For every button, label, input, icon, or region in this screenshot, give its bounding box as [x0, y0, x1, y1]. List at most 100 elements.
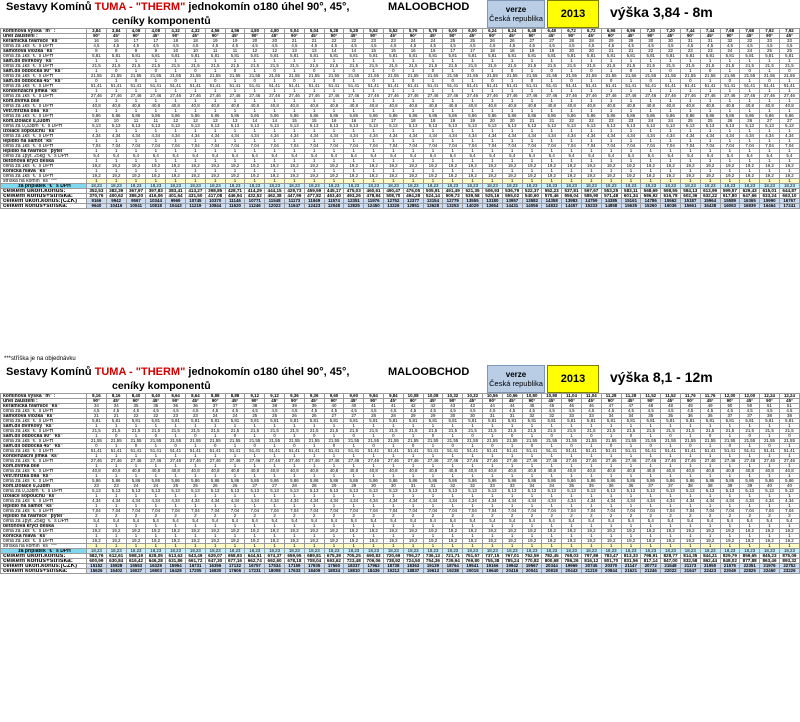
table-cell: 553,25: [600, 188, 622, 194]
version-label: verze: [505, 5, 527, 14]
row-label: celkem ukon.konus:(CZK): [0, 198, 87, 204]
table-cell: 721,71: [442, 553, 464, 559]
table-cell: 16027: [125, 568, 147, 574]
table-cell: 18810: [343, 568, 365, 574]
table-cell: 692,60: [264, 558, 285, 564]
table-cell: 646,28: [145, 558, 167, 564]
table-cell: 801,70: [600, 558, 622, 564]
table-cell: 525,16: [481, 193, 503, 199]
sales-mode: MALOOBCHOD: [388, 366, 470, 378]
table-cell: 413,27: [184, 188, 206, 194]
table-cell: 862,44: [699, 558, 721, 564]
table-cell: 16063: [719, 203, 741, 209]
table-cell: 16438: [699, 203, 721, 209]
table-cell: 400,62: [105, 193, 127, 199]
table-cell: 429,73: [283, 188, 305, 194]
table-cell: 739,94: [442, 558, 464, 564]
table-cell: 859,65: [739, 553, 761, 559]
table-cell: 738,92: [382, 558, 404, 564]
table-cell: 478,84: [363, 193, 384, 199]
table-cell: 769,80: [462, 558, 483, 564]
version-country: Česká republika: [489, 379, 543, 388]
table-cell: 736,13: [422, 553, 444, 559]
table-cell: 14832: [541, 203, 563, 209]
table-cell: 11647: [283, 203, 305, 209]
table-cell: 17205: [184, 568, 206, 574]
table-cell: 462,38: [264, 193, 285, 199]
table-cell: 612,61: [105, 553, 127, 559]
version-box: verze Česká republika: [487, 0, 545, 28]
table-cell: 630,84: [105, 558, 127, 564]
table-cell: 828,77: [660, 553, 681, 559]
table-cell: 21647: [679, 568, 701, 574]
table-cell: 584,13: [679, 188, 701, 194]
table-cell: 797,89: [580, 553, 602, 559]
footnote: ***stříška je na objednávku: [4, 356, 76, 362]
table-cell: 11246: [244, 203, 266, 209]
table-cell: 613,63: [165, 553, 186, 559]
table-cell: 494,28: [402, 193, 424, 199]
table-cell: 754,36: [422, 558, 444, 564]
table-cell: 602,36: [679, 193, 701, 199]
table-row: celkem konus+stříška: 15626 16402 16027 1680…: [0, 568, 800, 574]
table-cell: 552,23: [541, 188, 563, 194]
table-cell: 785,24: [501, 558, 523, 564]
sheet-title: Sestavy Komínů TUMA - "THERM" jednokomín…: [6, 366, 349, 378]
table-cell: 536,79: [501, 188, 523, 194]
table-cell: 20015: [462, 568, 483, 574]
table-cell: 13654: [481, 203, 503, 209]
table-cell: 845,23: [759, 553, 780, 559]
year-badge: 2013: [547, 365, 599, 393]
table-cell: 475,03: [343, 188, 365, 194]
table-cell: 647,30: [204, 558, 226, 564]
table-cell: 22450: [759, 568, 780, 574]
table-cell: 617,80: [719, 193, 741, 199]
table-cell: 432,52: [244, 193, 266, 199]
table-cell: 15626: [86, 568, 107, 574]
table-cell: 661,72: [184, 558, 206, 564]
table-cell: 18436: [363, 568, 384, 574]
table-cell: 568,69: [640, 188, 662, 194]
table-row: celkem konus+stříška: 9640 10416 10041 10818…: [0, 203, 800, 209]
sheet-header: Sestavy Komínů TUMA - "THERM" jednokomín…: [0, 365, 800, 393]
table-cell: 493,26: [343, 193, 365, 199]
row-label: celkem ukon.konus:(CZK): [0, 563, 87, 569]
table-cell: 659,95: [283, 553, 305, 559]
row-label: celkem konus+stříška:: [0, 568, 87, 574]
table-cell: 445,17: [323, 188, 345, 194]
table-cell: 848,02: [719, 558, 741, 564]
table-cell: 767,01: [501, 553, 523, 559]
table-cell: 17633: [283, 568, 305, 574]
version-country: Česká republika: [489, 14, 543, 23]
table-cell: 555,02: [501, 193, 523, 199]
table-cell: 601,34: [620, 193, 642, 199]
table-cell: 613,99: [699, 188, 721, 194]
table-cell: 10416: [105, 203, 127, 209]
year-badge: 2013: [547, 0, 599, 28]
table-cell: 16464: [759, 203, 780, 209]
table-cell: 598,19: [125, 553, 147, 559]
table-cell: 21621: [620, 568, 642, 574]
table-cell: 431,50: [184, 193, 206, 199]
table-cell: 428,71: [224, 188, 246, 194]
table-cell: 13253: [442, 203, 464, 209]
title-suffix: jednokomín ο180 úhel 90°, 45°,: [185, 366, 350, 378]
table-cell: 12022: [264, 203, 285, 209]
table-cell: 14457: [561, 203, 582, 209]
table-cell: 370,76: [86, 193, 107, 199]
table-cell: 17231: [244, 568, 266, 574]
table-cell: 615,01: [759, 188, 780, 194]
table-cell: 708,04: [303, 558, 325, 564]
table-cell: 770,82: [521, 558, 543, 564]
table-cell: 463,40: [323, 193, 345, 199]
table-cell: 632,22: [699, 193, 721, 199]
table-cell: 21246: [640, 568, 662, 574]
table-cell: 505,91: [422, 188, 444, 194]
brand-name: TUMA - "THERM": [94, 366, 186, 378]
table-cell: 629,43: [739, 188, 761, 194]
table-cell: 600,99: [86, 558, 107, 564]
table-cell: 22049: [719, 568, 741, 574]
table-cell: 14056: [521, 203, 543, 209]
table-cell: 674,37: [264, 553, 285, 559]
table-cell: 752,59: [521, 553, 543, 559]
